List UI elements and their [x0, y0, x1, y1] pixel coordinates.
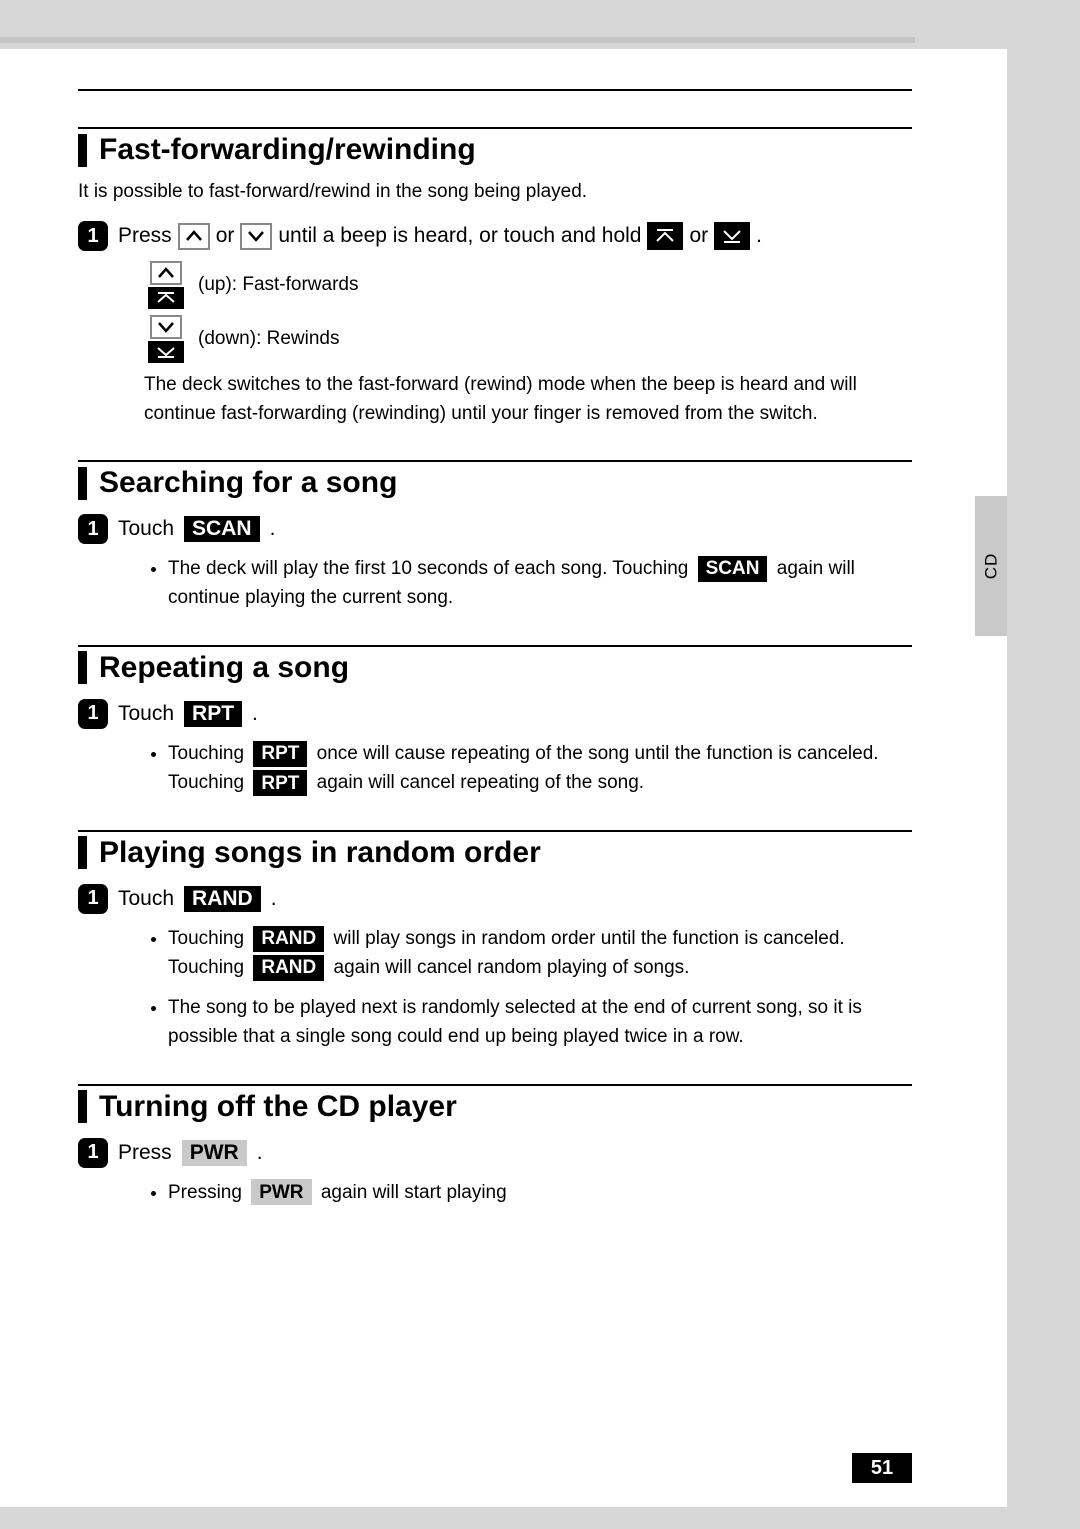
fast-forward-icon: [148, 287, 184, 309]
ffrw-down-row: (down): Rewinds: [144, 315, 912, 363]
ffrw-step-text-c: until a beep is heard, or touch and hold: [278, 224, 641, 248]
page-number: 51: [852, 1453, 912, 1483]
random-touch-label: Touch: [118, 887, 174, 911]
section-ffrw-title: Fast-forwarding/rewinding: [99, 133, 476, 167]
random-bullet1-a: Touching: [168, 928, 244, 949]
section-random-title: Playing songs in random order: [99, 836, 541, 870]
rand-button-icon: RAND: [253, 926, 324, 952]
step-number-badge: 1: [78, 221, 108, 251]
title-bar-icon: [78, 134, 87, 167]
repeat-bullet-c: again will cancel repeating of the song.: [317, 772, 644, 793]
section-repeat-title: Repeating a song: [99, 651, 349, 685]
repeat-step-1: 1 Touch RPT .: [78, 699, 912, 729]
search-step-1: 1 Touch SCAN .: [78, 514, 912, 544]
ffrw-step-1: 1 Press or until a beep is heard, or tou…: [78, 221, 912, 251]
step-number-badge: 1: [78, 514, 108, 544]
section-search-title-row: Searching for a song: [78, 460, 912, 500]
rewind-touch-icon: [714, 222, 750, 250]
rpt-button-icon: RPT: [184, 701, 242, 727]
search-bullet-a: The deck will play the first 10 seconds …: [168, 558, 688, 579]
off-bullet-a: Pressing: [168, 1182, 242, 1203]
scan-button-icon: SCAN: [698, 556, 768, 582]
rand-button-icon: RAND: [253, 955, 324, 981]
page-sheet: CD Fast-forwarding/rewinding It is possi…: [0, 49, 1007, 1507]
section-off-title: Turning off the CD player: [99, 1090, 457, 1124]
rpt-button-icon: RPT: [253, 770, 307, 796]
step-number-badge: 1: [78, 884, 108, 914]
rewind-icon: [148, 341, 184, 363]
random-bullet1-c: again will cancel random playing of song…: [334, 957, 690, 978]
ffrw-note: The deck switches to the fast-forward (r…: [144, 371, 912, 428]
random-bullet-1: Touching RAND will play songs in random …: [168, 924, 912, 983]
repeat-bullet: Touching RPT once will cause repeating o…: [168, 739, 912, 798]
rpt-button-icon: RPT: [253, 741, 307, 767]
ffrw-up-row: (up): Fast-forwards: [144, 261, 912, 309]
scan-button-icon: SCAN: [184, 516, 260, 542]
section-off-title-row: Turning off the CD player: [78, 1084, 912, 1124]
fast-forward-touch-icon: [647, 222, 683, 250]
pwr-button-icon: PWR: [182, 1140, 247, 1166]
chevron-up-icon: [150, 261, 182, 285]
repeat-bullet-a: Touching: [168, 743, 244, 764]
title-bar-icon: [78, 1090, 87, 1123]
off-step-1: 1 Press PWR .: [78, 1138, 912, 1168]
chevron-down-button-icon: [240, 223, 272, 250]
title-bar-icon: [78, 651, 87, 684]
side-tab: CD: [975, 496, 1007, 636]
ffrw-step-text-d: or: [689, 224, 708, 248]
step-number-badge: 1: [78, 1138, 108, 1168]
ffrw-step-text-a: Press: [118, 224, 172, 248]
random-bullet-2: The song to be played next is randomly s…: [168, 993, 912, 1052]
title-bar-icon: [78, 467, 87, 500]
section-ffrw-title-row: Fast-forwarding/rewinding: [78, 127, 912, 167]
ffrw-up-label: (up): Fast-forwards: [198, 271, 358, 300]
step-number-badge: 1: [78, 699, 108, 729]
random-period: .: [271, 887, 277, 911]
ffrw-step-text-b: or: [216, 224, 235, 248]
section-search-title: Searching for a song: [99, 466, 397, 500]
off-bullet-b: again will start playing: [321, 1182, 507, 1203]
search-period: .: [270, 517, 276, 541]
chevron-up-button-icon: [178, 223, 210, 250]
section-random-title-row: Playing songs in random order: [78, 830, 912, 870]
pwr-button-icon: PWR: [251, 1179, 311, 1205]
header-grey-strip: [0, 37, 915, 43]
rand-button-icon: RAND: [184, 886, 261, 912]
off-bullet: Pressing PWR again will start playing: [168, 1178, 912, 1207]
ffrw-intro: It is possible to fast-forward/rewind in…: [78, 181, 912, 203]
ffrw-down-label: (down): Rewinds: [198, 325, 340, 354]
search-touch-label: Touch: [118, 517, 174, 541]
off-press-label: Press: [118, 1141, 172, 1165]
ffrw-step-text-e: .: [756, 224, 762, 248]
random-step-1: 1 Touch RAND .: [78, 884, 912, 914]
repeat-period: .: [252, 702, 258, 726]
repeat-touch-label: Touch: [118, 702, 174, 726]
off-period: .: [257, 1141, 263, 1165]
section-repeat-title-row: Repeating a song: [78, 645, 912, 685]
search-bullet: The deck will play the first 10 seconds …: [168, 554, 912, 613]
side-tab-label: CD: [981, 553, 1001, 580]
chevron-down-icon: [150, 315, 182, 339]
title-bar-icon: [78, 836, 87, 869]
